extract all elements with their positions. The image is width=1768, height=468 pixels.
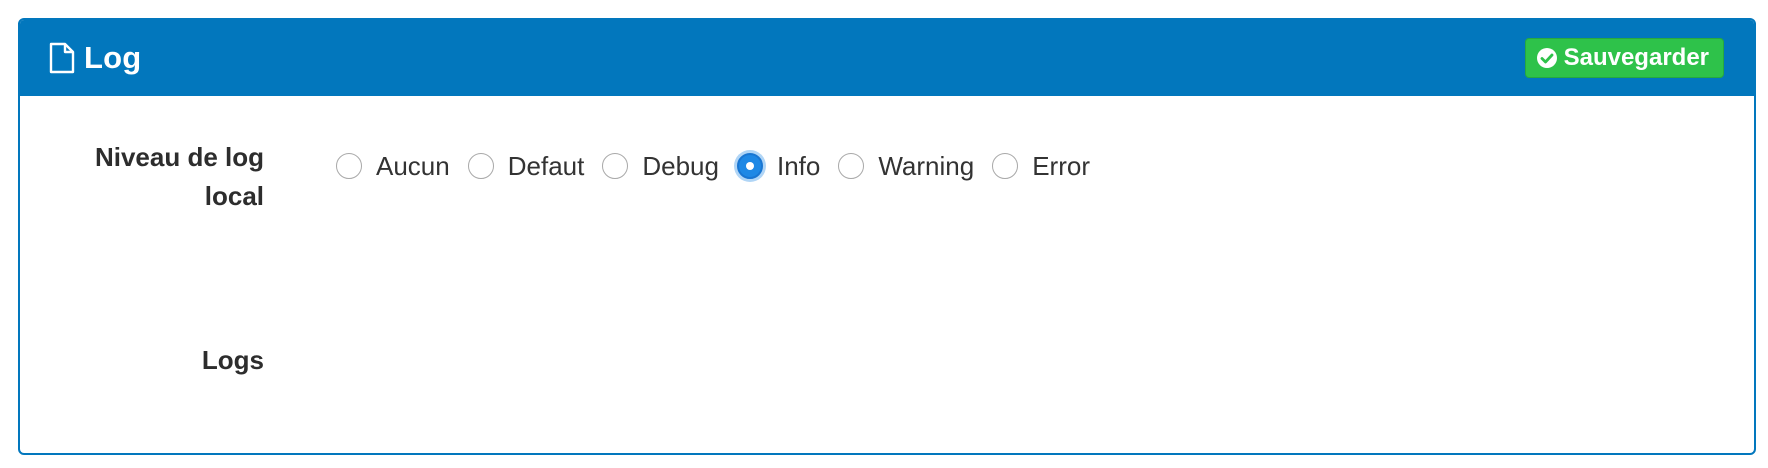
- logs-label: Logs: [201, 345, 264, 375]
- radio-label-debug: Debug: [642, 150, 719, 181]
- radio-option-error[interactable]: Error: [992, 151, 1090, 182]
- panel-title: Log: [48, 40, 141, 76]
- radio-option-defaut[interactable]: Defaut: [467, 150, 585, 182]
- radio-option-debug[interactable]: Debug: [602, 151, 719, 182]
- radio-label-aucun: Aucun: [376, 150, 450, 181]
- file-icon: [48, 42, 76, 74]
- radio-button-aucun[interactable]: [336, 153, 362, 179]
- log-level-label: Niveau de log local: [94, 142, 264, 211]
- radio-label-warning: Warning: [878, 150, 975, 181]
- panel-title-text: Log: [84, 40, 142, 75]
- panel-body: Niveau de log local Aucun Defaut Debug Info…: [20, 96, 1754, 453]
- radio-option-warning[interactable]: Warning: [838, 151, 974, 182]
- radio-option-aucun[interactable]: Aucun: [336, 151, 450, 182]
- radio-button-info[interactable]: [736, 153, 763, 179]
- radio-option-info[interactable]: Info: [736, 150, 821, 182]
- radio-button-defaut[interactable]: [467, 153, 494, 179]
- save-button[interactable]: Sauvegarder: [1524, 38, 1724, 78]
- panel-header: Log Sauvegarder: [20, 20, 1754, 96]
- radio-button-debug[interactable]: [602, 153, 629, 179]
- radio-button-error[interactable]: [992, 153, 1019, 179]
- radio-button-warning[interactable]: [838, 153, 865, 179]
- log-panel: Log Sauvegarder Niveau de log local Aucu…: [18, 18, 1756, 455]
- radio-label-info: Info: [776, 150, 821, 181]
- save-button-label: Sauvegarder: [1563, 44, 1709, 71]
- radio-label-defaut: Defaut: [507, 150, 585, 181]
- check-circle-icon: [1536, 47, 1558, 69]
- radio-label-error: Error: [1032, 150, 1090, 181]
- log-level-radio-group: Aucun Defaut Debug Info Warning Error: [336, 146, 1108, 186]
